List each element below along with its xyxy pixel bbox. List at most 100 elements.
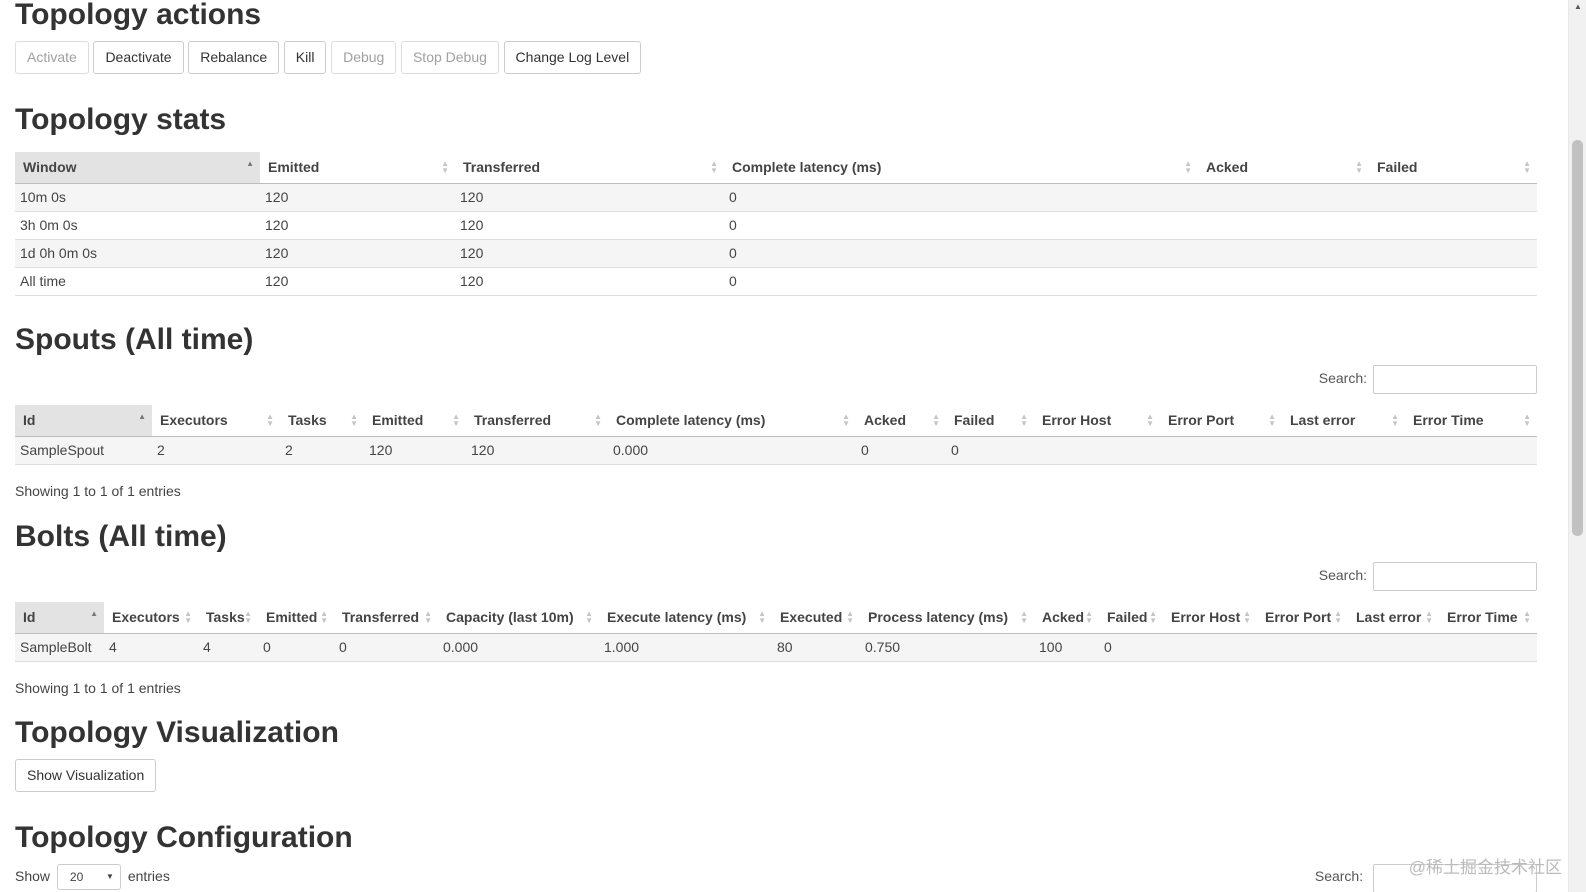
- spouts-col-failed[interactable]: Failed ▲ ▼: [946, 405, 1034, 437]
- page-size-select[interactable]: 20 ▼: [56, 864, 121, 890]
- table-cell: 0: [946, 436, 1034, 465]
- table-cell: 4: [104, 633, 198, 662]
- sort-icon: ▲ ▼: [350, 412, 358, 428]
- table-cell: 1d 0h 0m 0s: [15, 239, 260, 268]
- table-row: 3h 0m 0s 120 120 0: [15, 211, 1537, 240]
- spouts-table-info: Showing 1 to 1 of 1 entries: [15, 483, 181, 499]
- sort-icon: ▲ ▼: [1020, 412, 1028, 428]
- stats-col-window[interactable]: Window ▲: [15, 152, 260, 184]
- configuration-title: Topology Configuration: [15, 821, 353, 854]
- stats-col-failed[interactable]: Failed ▲ ▼: [1369, 152, 1537, 184]
- table-cell: [1439, 633, 1537, 662]
- sort-icon: ▲ ▼: [424, 609, 432, 625]
- stats-col-emitted[interactable]: Emitted ▲ ▼: [260, 152, 455, 184]
- table-cell: [1369, 211, 1537, 240]
- bolts-col-executors[interactable]: Executors ▲ ▼: [104, 602, 198, 634]
- rebalance-button[interactable]: Rebalance: [188, 41, 280, 74]
- stats-header-row: Window ▲ Emitted ▲ ▼ Transferred ▲ ▼ Complete…: [15, 152, 1537, 184]
- activate-button[interactable]: Activate: [15, 41, 89, 74]
- spouts-col-error-host[interactable]: Error Host ▲ ▼: [1034, 405, 1160, 437]
- sort-icon: ▲ ▼: [1523, 609, 1531, 625]
- table-cell: 120: [260, 267, 455, 296]
- table-cell: 0: [258, 633, 334, 662]
- sort-icon: ▲ ▼: [842, 412, 850, 428]
- table-cell: 10m 0s: [15, 183, 260, 212]
- spouts-col-id[interactable]: Id ▲: [15, 405, 152, 437]
- show-label: Show: [15, 868, 51, 884]
- table-cell: [1198, 183, 1369, 212]
- table-cell: 0.750: [860, 633, 1034, 662]
- table-cell: [1198, 267, 1369, 296]
- change-log-level-button[interactable]: Change Log Level: [503, 41, 642, 74]
- sort-icon: ▲ ▼: [244, 609, 252, 625]
- configuration-length-control: Show 20 ▼ entries: [15, 864, 170, 892]
- stats-col-transferred[interactable]: Transferred ▲ ▼: [455, 152, 724, 184]
- sort-icon: ▲: [246, 159, 254, 168]
- deactivate-button[interactable]: Deactivate: [93, 41, 184, 74]
- scrollbar-thumb[interactable]: [1572, 140, 1583, 536]
- watermark-text: @稀土掘金技术社区: [1408, 858, 1562, 877]
- debug-button[interactable]: Debug: [331, 41, 397, 74]
- table-cell: 4: [198, 633, 258, 662]
- spouts-col-last-error[interactable]: Last error ▲ ▼: [1282, 405, 1405, 437]
- table-cell: 120: [260, 183, 455, 212]
- sort-icon: ▲ ▼: [1268, 412, 1276, 428]
- table-cell: 0.000: [608, 436, 856, 465]
- sort-icon: ▲ ▼: [1355, 159, 1363, 175]
- table-row: All time 120 120 0: [15, 267, 1537, 296]
- sort-icon: ▲ ▼: [1334, 609, 1342, 625]
- bolts-search-label: Search:: [1318, 567, 1367, 584]
- spouts-col-emitted[interactable]: Emitted ▲ ▼: [364, 405, 466, 437]
- bolts-col-process-latency[interactable]: Process latency (ms) ▲ ▼: [860, 602, 1034, 634]
- bolts-search-input[interactable]: [1373, 562, 1537, 591]
- scroll-up-arrow-icon[interactable]: ▲: [1574, 2, 1582, 11]
- spouts-col-transferred[interactable]: Transferred ▲ ▼: [466, 405, 608, 437]
- bolts-col-tasks[interactable]: Tasks ▲ ▼: [198, 602, 258, 634]
- spouts-search-input[interactable]: [1373, 365, 1537, 394]
- sort-icon: ▲ ▼: [1020, 609, 1028, 625]
- stats-col-acked[interactable]: Acked ▲ ▼: [1198, 152, 1369, 184]
- spouts-col-acked[interactable]: Acked ▲ ▼: [856, 405, 946, 437]
- bolts-col-id[interactable]: Id ▲: [15, 602, 104, 634]
- spouts-col-complete-latency[interactable]: Complete latency (ms) ▲ ▼: [608, 405, 856, 437]
- sort-icon: ▲ ▼: [594, 412, 602, 428]
- stats-title: Topology stats: [15, 103, 227, 136]
- sort-icon: ▲ ▼: [758, 609, 766, 625]
- spouts-title: Spouts (All time): [15, 323, 254, 356]
- sort-icon: ▲ ▼: [452, 412, 460, 428]
- bolts-col-last-error[interactable]: Last error ▲ ▼: [1348, 602, 1439, 634]
- table-cell: 120: [455, 211, 724, 240]
- show-visualization-button[interactable]: Show Visualization: [15, 759, 157, 792]
- table-cell: 2: [152, 436, 280, 465]
- bolts-col-transferred[interactable]: Transferred ▲ ▼: [334, 602, 438, 634]
- stats-col-complete-latency[interactable]: Complete latency (ms) ▲ ▼: [724, 152, 1198, 184]
- bolts-col-executed[interactable]: Executed ▲ ▼: [772, 602, 860, 634]
- table-cell: 0: [856, 436, 946, 465]
- sort-icon: ▲: [90, 609, 98, 618]
- spouts-col-tasks[interactable]: Tasks ▲ ▼: [280, 405, 364, 437]
- spouts-col-error-time[interactable]: Error Time ▲ ▼: [1405, 405, 1537, 437]
- sort-icon: ▲: [138, 412, 146, 421]
- bolts-col-execute-latency[interactable]: Execute latency (ms) ▲ ▼: [599, 602, 772, 634]
- bolts-col-emitted[interactable]: Emitted ▲ ▼: [258, 602, 334, 634]
- kill-button[interactable]: Kill: [283, 41, 327, 74]
- sort-icon: ▲ ▼: [1425, 609, 1433, 625]
- bolts-col-capacity[interactable]: Capacity (last 10m) ▲ ▼: [438, 602, 599, 634]
- bolts-col-failed[interactable]: Failed ▲ ▼: [1099, 602, 1163, 634]
- bolts-col-error-port[interactable]: Error Port ▲ ▼: [1257, 602, 1348, 634]
- table-cell: [1369, 267, 1537, 296]
- spouts-col-error-port[interactable]: Error Port ▲ ▼: [1160, 405, 1282, 437]
- bolts-header-row: Id ▲ Executors ▲ ▼ Tasks ▲ ▼ Emitted ▲ ▼ Transf…: [15, 602, 1537, 634]
- bolts-col-error-time[interactable]: Error Time ▲ ▼: [1439, 602, 1537, 634]
- bolts-table: Id ▲ Executors ▲ ▼ Tasks ▲ ▼ Emitted ▲ ▼ Transf…: [15, 602, 1537, 662]
- bolts-table-wrap: Id ▲ Executors ▲ ▼ Tasks ▲ ▼ Emitted ▲ ▼ Transf…: [15, 602, 1537, 662]
- page-scrollbar[interactable]: ▲: [1568, 0, 1586, 892]
- stop-debug-button[interactable]: Stop Debug: [400, 41, 499, 74]
- bolts-col-error-host[interactable]: Error Host ▲ ▼: [1163, 602, 1257, 634]
- stats-table-wrap: Window ▲ Emitted ▲ ▼ Transferred ▲ ▼ Complete…: [15, 152, 1537, 296]
- table-cell: 1.000: [599, 633, 772, 662]
- bolts-col-acked[interactable]: Acked ▲ ▼: [1034, 602, 1099, 634]
- spouts-col-executors[interactable]: Executors ▲ ▼: [152, 405, 280, 437]
- visualization-title: Topology Visualization: [15, 716, 339, 749]
- table-cell: 120: [364, 436, 466, 465]
